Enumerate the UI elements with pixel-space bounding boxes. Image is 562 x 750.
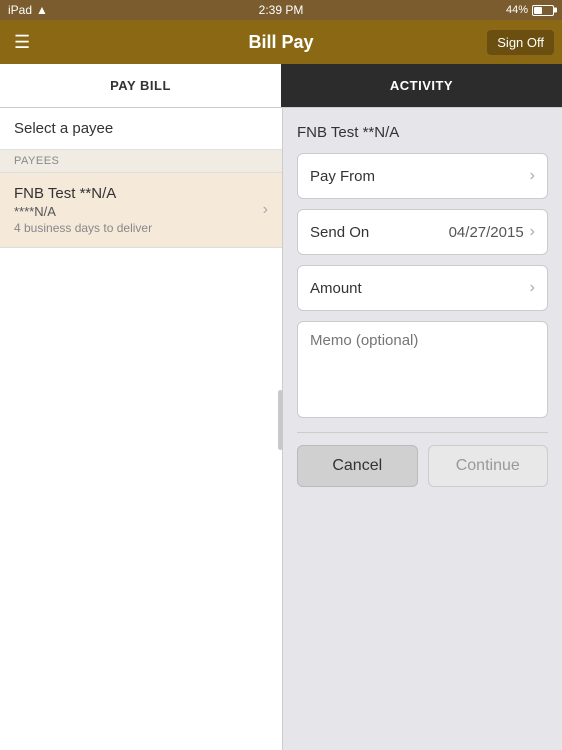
pay-from-label: Pay From	[310, 168, 375, 185]
amount-value: ›	[530, 279, 535, 297]
right-panel: FNB Test **N/A Pay From › Send On 04/27/…	[283, 108, 562, 750]
selected-payee-title: FNB Test **N/A	[297, 124, 548, 141]
status-right: 44%	[506, 4, 554, 16]
hamburger-icon: ☰	[14, 32, 30, 52]
action-buttons: Cancel Continue	[297, 445, 548, 487]
send-on-field[interactable]: Send On 04/27/2015 ›	[297, 209, 548, 255]
payee-info: FNB Test **N/A ****N/A 4 business days t…	[14, 185, 263, 235]
memo-field[interactable]	[297, 321, 548, 418]
pay-from-value: ›	[530, 167, 535, 185]
left-panel: Select a payee PAYEES FNB Test **N/A ***…	[0, 108, 283, 750]
tab-bar: PAY BILL ACTIVITY	[0, 64, 562, 108]
payee-name: FNB Test **N/A	[14, 185, 263, 202]
status-left: iPad ▲	[8, 3, 48, 17]
pay-from-field[interactable]: Pay From ›	[297, 153, 548, 199]
header: ☰ Bill Pay Sign Off	[0, 20, 562, 64]
cancel-button[interactable]: Cancel	[297, 445, 418, 487]
memo-input[interactable]	[310, 332, 535, 402]
payee-account: ****N/A	[14, 204, 263, 219]
select-payee-label: Select a payee	[14, 120, 113, 137]
status-time: 2:39 PM	[259, 3, 304, 17]
device-label: iPad	[8, 3, 32, 17]
chevron-right-icon: ›	[530, 279, 535, 297]
divider	[297, 432, 548, 433]
send-on-date: 04/27/2015	[449, 224, 524, 241]
tab-pay-bill[interactable]: PAY BILL	[0, 64, 281, 107]
status-bar: iPad ▲ 2:39 PM 44%	[0, 0, 562, 20]
main-layout: Select a payee PAYEES FNB Test **N/A ***…	[0, 108, 562, 750]
hamburger-button[interactable]: ☰	[10, 29, 34, 55]
amount-label: Amount	[310, 280, 362, 297]
battery-percent: 44%	[506, 4, 528, 16]
send-on-label: Send On	[310, 224, 369, 241]
send-on-value: 04/27/2015 ›	[449, 223, 535, 241]
payee-delivery: 4 business days to deliver	[14, 221, 263, 235]
chevron-right-icon: ›	[263, 201, 268, 219]
chevron-right-icon: ›	[530, 167, 535, 185]
wifi-icon: ▲	[36, 3, 48, 17]
scroll-indicator	[278, 390, 283, 450]
chevron-right-icon: ›	[530, 223, 535, 241]
tab-activity[interactable]: ACTIVITY	[281, 64, 562, 107]
payees-section-header: PAYEES	[0, 150, 282, 173]
list-item[interactable]: FNB Test **N/A ****N/A 4 business days t…	[0, 173, 282, 248]
battery-icon	[532, 5, 554, 16]
continue-button[interactable]: Continue	[428, 445, 549, 487]
page-title: Bill Pay	[248, 32, 313, 53]
select-payee-section: Select a payee	[0, 108, 282, 150]
sign-off-button[interactable]: Sign Off	[487, 30, 554, 55]
amount-field[interactable]: Amount ›	[297, 265, 548, 311]
